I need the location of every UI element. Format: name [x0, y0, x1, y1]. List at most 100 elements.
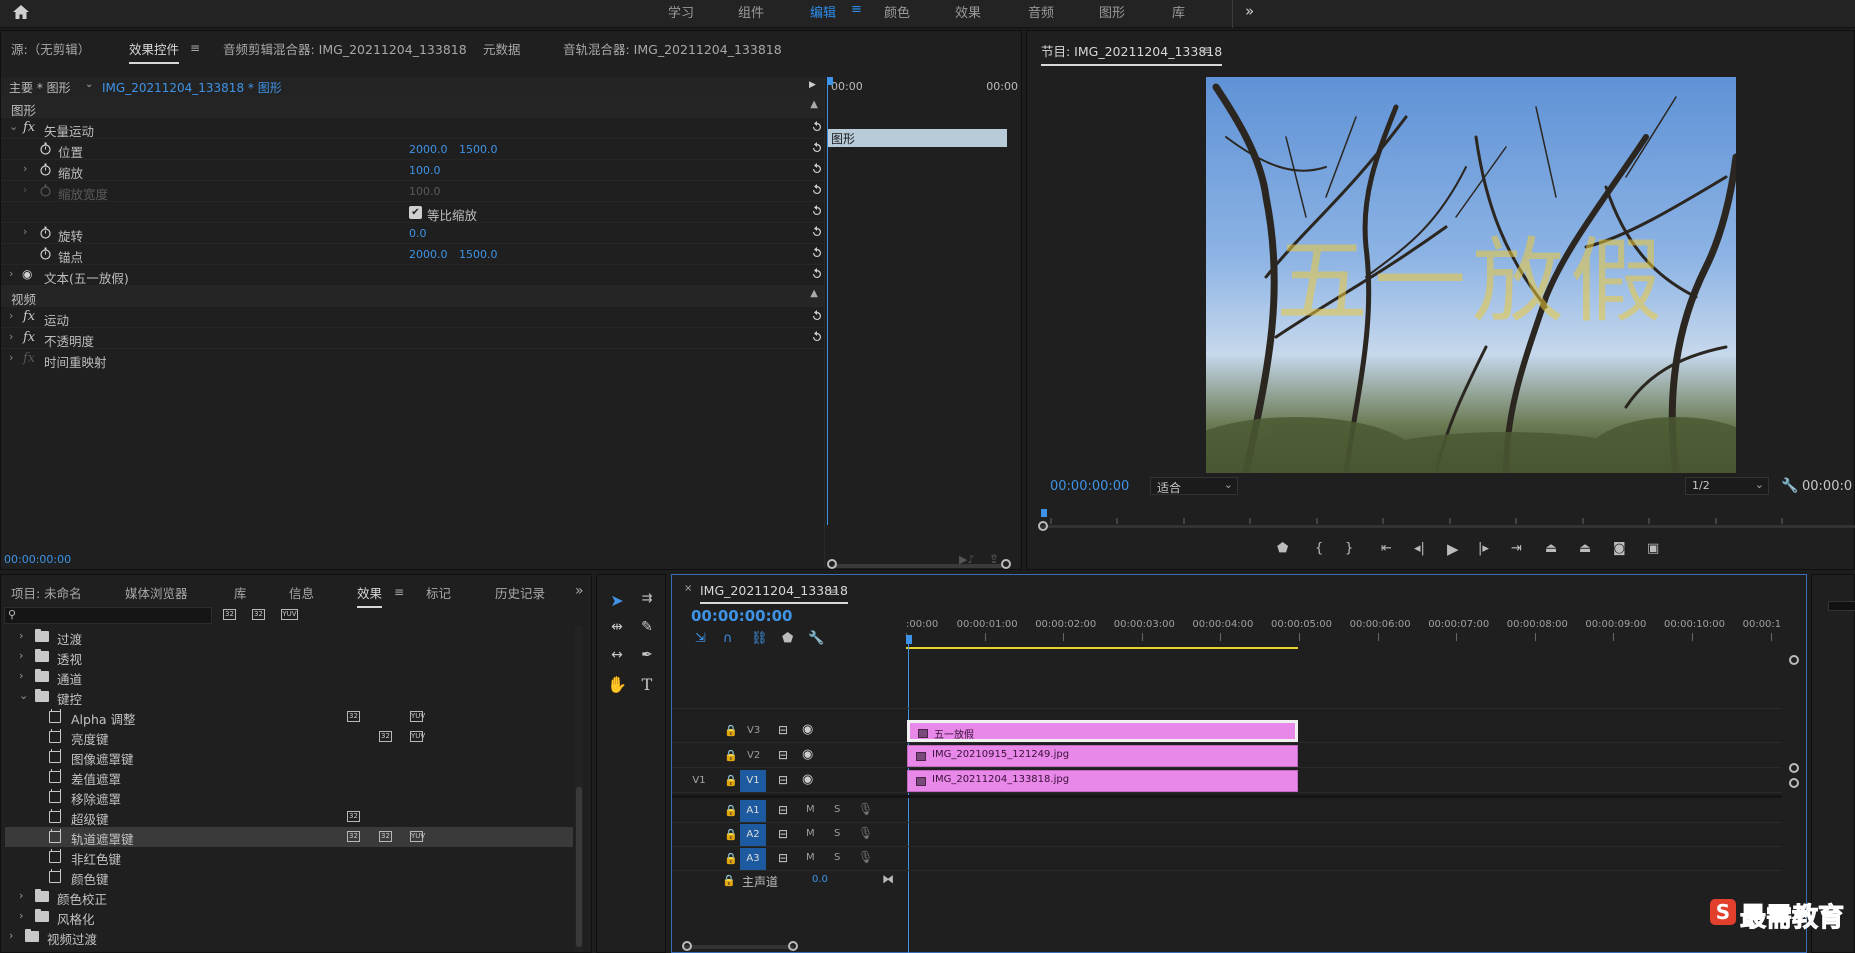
chevron-right-icon[interactable]: › — [19, 669, 23, 682]
workspace-tab-learn[interactable]: 学习 — [668, 2, 694, 21]
workspace-tab-audio[interactable]: 音频 — [1028, 2, 1054, 21]
zoom-scrollbar[interactable] — [833, 564, 1003, 568]
sync-lock-icon[interactable]: ⊟ — [778, 851, 788, 865]
mini-clip-bar[interactable]: 图形 — [828, 129, 1007, 147]
nest-toggle-icon[interactable]: ⇲ — [695, 631, 706, 646]
reset-icon[interactable] — [810, 120, 824, 134]
tree-scrollbar[interactable] — [575, 627, 583, 952]
mute-button[interactable]: M — [806, 852, 815, 863]
slip-tool-icon[interactable]: ↔ — [605, 647, 629, 663]
position-x-value[interactable]: 2000.0 — [409, 143, 448, 156]
effect-item[interactable]: 颜色键 — [5, 867, 573, 887]
reset-icon[interactable] — [810, 162, 824, 176]
chevron-right-icon[interactable]: › — [19, 629, 23, 642]
eye-icon[interactable]: ◉ — [22, 267, 32, 281]
program-scrub-ruler[interactable] — [1038, 509, 1855, 531]
lock-icon[interactable]: 🔒 — [724, 724, 738, 737]
effect-item[interactable]: Alpha 调整 32 YUV — [5, 707, 573, 727]
reset-icon[interactable] — [810, 141, 824, 155]
sync-lock-icon[interactable]: ⊟ — [778, 723, 788, 737]
position-y-value[interactable]: 1500.0 — [459, 143, 498, 156]
effect-folder[interactable]: › 风格化 — [5, 907, 573, 927]
stopwatch-icon[interactable] — [39, 247, 52, 260]
fx-toggle-icon[interactable]: fx — [23, 330, 35, 345]
more-tabs-icon[interactable]: » — [575, 583, 584, 599]
effect-item[interactable]: 移除遮罩 — [5, 787, 573, 807]
effect-item[interactable]: 差值遮罩 — [5, 767, 573, 787]
track-target-button[interactable]: V1 — [740, 770, 766, 792]
eye-icon[interactable]: ◉ — [802, 747, 813, 762]
lift-icon[interactable]: ⏏ — [1545, 541, 1557, 556]
step-forward-icon[interactable]: |▸ — [1478, 541, 1489, 556]
reset-icon[interactable] — [810, 309, 824, 323]
reset-icon[interactable] — [810, 267, 824, 281]
linked-selection-icon[interactable]: ⛓ — [751, 631, 768, 646]
audio-zoom-handle[interactable] — [1789, 778, 1799, 788]
sequence-tab[interactable]: IMG_20211204_133818 — [700, 583, 848, 604]
tab-media-browser[interactable]: 媒体浏览器 — [125, 583, 188, 602]
chevron-down-icon[interactable]: ⌄ — [19, 689, 28, 702]
chevron-right-icon[interactable]: › — [9, 309, 13, 322]
effect-item[interactable]: 超级键 32 — [5, 807, 573, 827]
zoom-handle-left[interactable] — [682, 941, 692, 951]
chevron-right-icon[interactable]: › — [23, 225, 27, 238]
razor-tool-icon[interactable]: ✎ — [635, 619, 659, 635]
mute-button[interactable]: M — [806, 804, 815, 815]
play-icon[interactable]: ▶ — [1447, 540, 1459, 558]
timeline-clip[interactable]: IMG_20211204_133818.jpg — [907, 770, 1298, 792]
panel-menu-icon[interactable]: ≡ — [394, 585, 404, 599]
go-to-in-icon[interactable]: ⇤ — [1381, 541, 1392, 556]
master-volume-value[interactable]: 0.0 — [812, 874, 828, 885]
tab-info[interactable]: 信息 — [289, 583, 314, 602]
chevron-right-icon[interactable]: › — [9, 330, 13, 343]
chevron-down-icon[interactable]: ⌄ — [9, 120, 18, 133]
effect-item[interactable]: 轨道遮罩键 32 32 YUV — [5, 827, 573, 847]
tab-markers[interactable]: 标记 — [426, 583, 451, 602]
workspace-menu-icon[interactable]: ≡ — [851, 2, 862, 17]
timeline-settings-wrench-icon[interactable]: 🔧 — [808, 631, 824, 646]
collapse-up-icon[interactable]: ▲ — [810, 288, 818, 299]
zoom-handle-left[interactable] — [827, 559, 837, 569]
scrub-track[interactable] — [1041, 525, 1855, 528]
program-timecode[interactable]: 00:00:00:00 — [1050, 479, 1129, 494]
track-target-button[interactable]: A3 — [740, 848, 766, 870]
anchor-y-value[interactable]: 1500.0 — [459, 248, 498, 261]
fx-toggle-icon[interactable]: fx — [23, 309, 35, 324]
sync-lock-icon[interactable]: ⊟ — [778, 773, 788, 787]
tab-audio-clip-mixer[interactable]: 音频剪辑混合器: IMG_20211204_133818 — [223, 39, 467, 58]
effect-controls-timecode[interactable]: 00:00:00:00 — [4, 553, 71, 566]
effect-folder[interactable]: ⌄ 键控 — [5, 687, 573, 707]
solo-button[interactable]: S — [834, 828, 840, 839]
snap-icon[interactable]: ∩ — [723, 631, 733, 646]
scale-value[interactable]: 100.0 — [409, 164, 441, 177]
tab-project[interactable]: 项目: 未命名 — [11, 583, 82, 602]
export-icon[interactable]: ⇪ — [989, 552, 999, 566]
clip-name-link[interactable]: IMG_20211204_133818 * 图形 — [102, 79, 282, 96]
playhead-marker[interactable] — [906, 635, 912, 644]
anchor-x-value[interactable]: 2000.0 — [409, 248, 448, 261]
microphone-icon[interactable]: 🎙 — [858, 850, 873, 864]
chevron-down-icon[interactable]: ⌄ — [85, 79, 93, 90]
more-workspaces-icon[interactable]: » — [1245, 2, 1254, 20]
chevron-right-icon[interactable]: › — [19, 649, 23, 662]
collapse-up-icon[interactable]: ▲ — [810, 99, 818, 110]
chevron-right-icon[interactable]: › — [9, 267, 13, 280]
scrub-handle[interactable] — [1038, 521, 1048, 531]
effect-folder[interactable]: › 视频过渡 — [5, 927, 573, 947]
effect-item[interactable]: 亮度键 32 YUV — [5, 727, 573, 747]
stopwatch-icon[interactable] — [39, 226, 52, 239]
solo-button[interactable]: S — [834, 852, 840, 863]
tab-source[interactable]: 源:（无剪辑） — [11, 39, 90, 58]
panel-menu-icon[interactable]: ≡ — [1201, 43, 1211, 57]
tab-audio-track-mixer[interactable]: 音轨混合器: IMG_20211204_133818 — [563, 39, 782, 58]
effect-folder[interactable]: › 颜色校正 — [5, 887, 573, 907]
chevron-right-icon[interactable]: › — [9, 929, 13, 942]
lock-icon[interactable]: 🔒 — [724, 852, 738, 865]
scrollbar-thumb[interactable] — [576, 787, 582, 947]
add-marker-icon[interactable]: ⬟ — [1277, 541, 1288, 556]
pen-tool-icon[interactable]: ✒ — [635, 647, 659, 663]
chevron-right-icon[interactable]: › — [23, 162, 27, 175]
camera-icon[interactable]: ◙ — [1613, 541, 1626, 556]
tab-metadata[interactable]: 元数据 — [483, 39, 521, 58]
track-target-button[interactable]: A1 — [740, 800, 766, 822]
